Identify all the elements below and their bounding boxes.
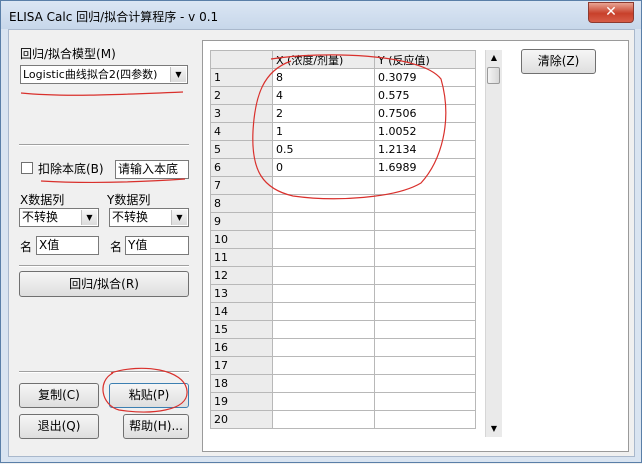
annotation-circle-paste xyxy=(102,367,188,413)
annotation-underline-model xyxy=(20,91,184,96)
annotation-circle-data xyxy=(252,54,447,200)
annotation-underline-background xyxy=(40,178,186,184)
red-annotation-overlay xyxy=(20,54,447,413)
app-window: ELISA Calc 回归/拟合计算程序 - v 0.1 ✕ 回归/拟合模型(M… xyxy=(0,0,642,463)
